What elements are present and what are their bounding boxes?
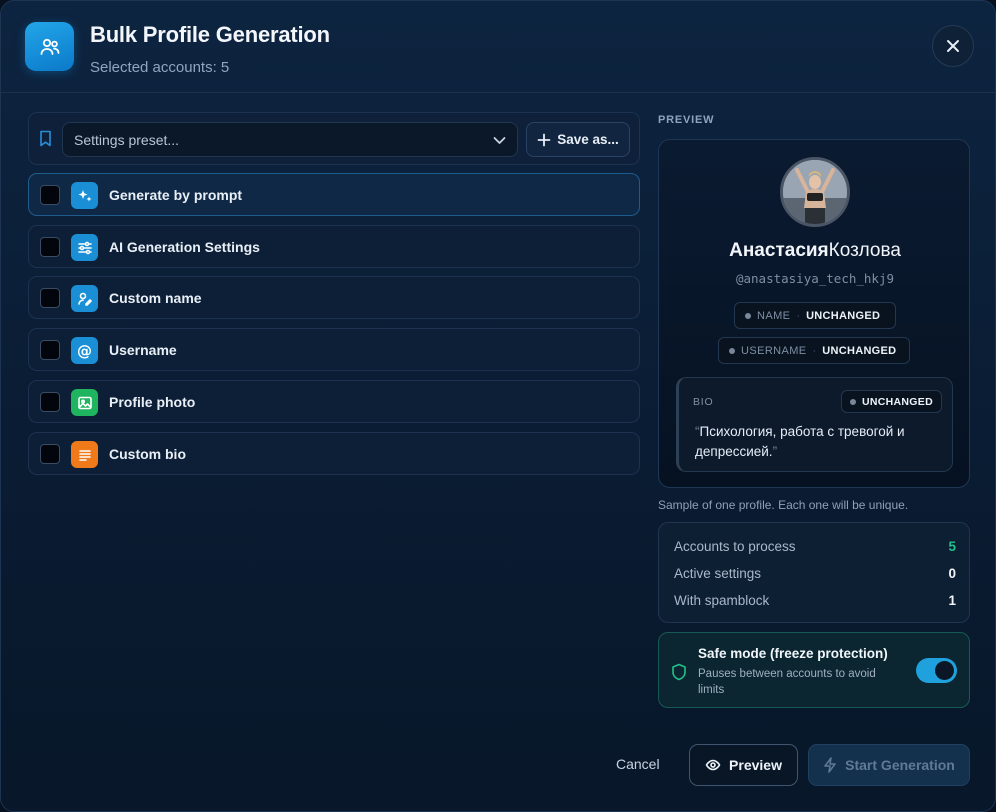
- option-label: Profile photo: [109, 394, 196, 410]
- sample-note: Sample of one profile. Each one will be …: [658, 498, 909, 512]
- bio-status-chip: UNCHANGED: [841, 390, 942, 413]
- bio-status-value: UNCHANGED: [862, 395, 933, 408]
- cancel-button[interactable]: Cancel: [616, 756, 660, 772]
- stat-label: Active settings: [674, 566, 762, 581]
- option-label: AI Generation Settings: [109, 239, 260, 255]
- option-checkbox[interactable]: [40, 340, 60, 360]
- option-custom-name[interactable]: Custom name: [28, 276, 640, 319]
- close-button[interactable]: [932, 25, 974, 67]
- option-checkbox[interactable]: [40, 237, 60, 257]
- sliders-icon: [71, 234, 98, 261]
- username-chip-value: UNCHANGED: [822, 344, 897, 357]
- profile-username: @anastasiya_tech_hkj9: [735, 271, 895, 286]
- toggle-knob: [935, 661, 954, 680]
- settings-preset-placeholder: Settings preset...: [74, 132, 180, 148]
- bio-label: BIO: [693, 396, 714, 408]
- settings-preset-select[interactable]: Settings preset...: [62, 122, 518, 157]
- save-as-label: Save as...: [557, 132, 619, 147]
- start-generation-label: Start Generation: [845, 757, 955, 773]
- username-chip-key: USERNAME: [741, 344, 807, 357]
- name-status-chip: NAME · UNCHANGED: [734, 302, 896, 329]
- option-profile-photo[interactable]: Profile photo: [28, 380, 640, 423]
- stat-value: 1: [948, 593, 956, 608]
- avatar: [780, 157, 850, 227]
- status-dot: [745, 312, 751, 319]
- bio-text-content: Психология, работа с тревогой и депресси…: [695, 424, 905, 459]
- save-as-button[interactable]: Save as...: [526, 122, 630, 157]
- option-checkbox[interactable]: [40, 444, 60, 464]
- stat-label: With spamblock: [674, 593, 770, 608]
- stat-label: Accounts to process: [674, 539, 796, 554]
- name-chip-key: NAME: [757, 309, 791, 322]
- stats-panel: Accounts to process 5 Active settings 0 …: [658, 522, 970, 623]
- image-icon: [71, 389, 98, 416]
- option-checkbox[interactable]: [40, 392, 60, 412]
- bookmark-icon: [40, 130, 51, 147]
- safe-mode-toggle[interactable]: [916, 658, 957, 683]
- name-chip-value: UNCHANGED: [806, 309, 881, 322]
- modal-subtitle: Selected accounts: 5: [90, 59, 230, 76]
- preview-section-label: PREVIEW: [658, 114, 715, 126]
- safe-mode-title: Safe mode (freeze protection): [698, 646, 888, 661]
- plus-icon: [537, 133, 551, 146]
- option-ai-generation-settings[interactable]: AI Generation Settings: [28, 225, 640, 268]
- username-status-chip: USERNAME · UNCHANGED: [718, 337, 910, 364]
- at-sign-icon: @: [71, 337, 98, 364]
- bio-text: “Психология, работа с тревогой и депресс…: [695, 424, 905, 459]
- profile-preview-card: АнастасияКозлова @anastasiya_tech_hkj9 N…: [658, 139, 970, 488]
- text-lines-icon: [71, 441, 98, 468]
- modal-title: Bulk Profile Generation: [90, 22, 330, 47]
- safe-mode-panel: Safe mode (freeze protection) Pauses bet…: [658, 632, 970, 708]
- stat-active-settings: Active settings 0: [674, 566, 956, 581]
- option-username[interactable]: @ Username: [28, 328, 640, 371]
- close-icon: [947, 40, 959, 52]
- option-label: Generate by prompt: [109, 187, 243, 203]
- status-dot: [850, 398, 856, 405]
- option-generate-by-prompt[interactable]: Generate by prompt: [28, 173, 640, 216]
- stat-value: 0: [948, 566, 956, 581]
- profile-first-name: Анастасия: [729, 240, 829, 261]
- preview-button[interactable]: Preview: [689, 744, 798, 786]
- users-icon: [25, 22, 74, 71]
- bio-preview-box: BIO UNCHANGED “Психология, работа с трев…: [676, 377, 953, 472]
- lightning-icon: [824, 757, 836, 773]
- start-generation-button[interactable]: Start Generation: [808, 744, 970, 786]
- eye-icon: [705, 759, 721, 771]
- stat-value: 5: [948, 539, 956, 554]
- option-label: Username: [109, 342, 177, 358]
- shield-icon: [672, 663, 686, 681]
- safe-mode-description: Pauses between accounts to avoid limits: [698, 668, 876, 696]
- status-dot: [729, 347, 735, 354]
- signature-icon: [71, 285, 98, 312]
- option-checkbox[interactable]: [40, 288, 60, 308]
- option-label: Custom name: [109, 290, 202, 306]
- modal-header: Bulk Profile Generation Selected account…: [1, 1, 995, 93]
- sparkles-icon: [71, 182, 98, 209]
- preview-button-label: Preview: [729, 757, 782, 773]
- profile-last-name: Козлова: [828, 240, 901, 261]
- option-custom-bio[interactable]: Custom bio: [28, 432, 640, 475]
- preset-row: Settings preset... Save as...: [28, 112, 640, 165]
- chevron-down-icon: [493, 137, 506, 144]
- profile-name: АнастасияКозлова: [659, 240, 971, 262]
- bulk-profile-modal: Bulk Profile Generation Selected account…: [0, 0, 996, 812]
- stat-accounts-to-process: Accounts to process 5: [674, 539, 956, 554]
- option-label: Custom bio: [109, 446, 186, 462]
- stat-with-spamblock: With spamblock 1: [674, 593, 956, 608]
- option-checkbox[interactable]: [40, 185, 60, 205]
